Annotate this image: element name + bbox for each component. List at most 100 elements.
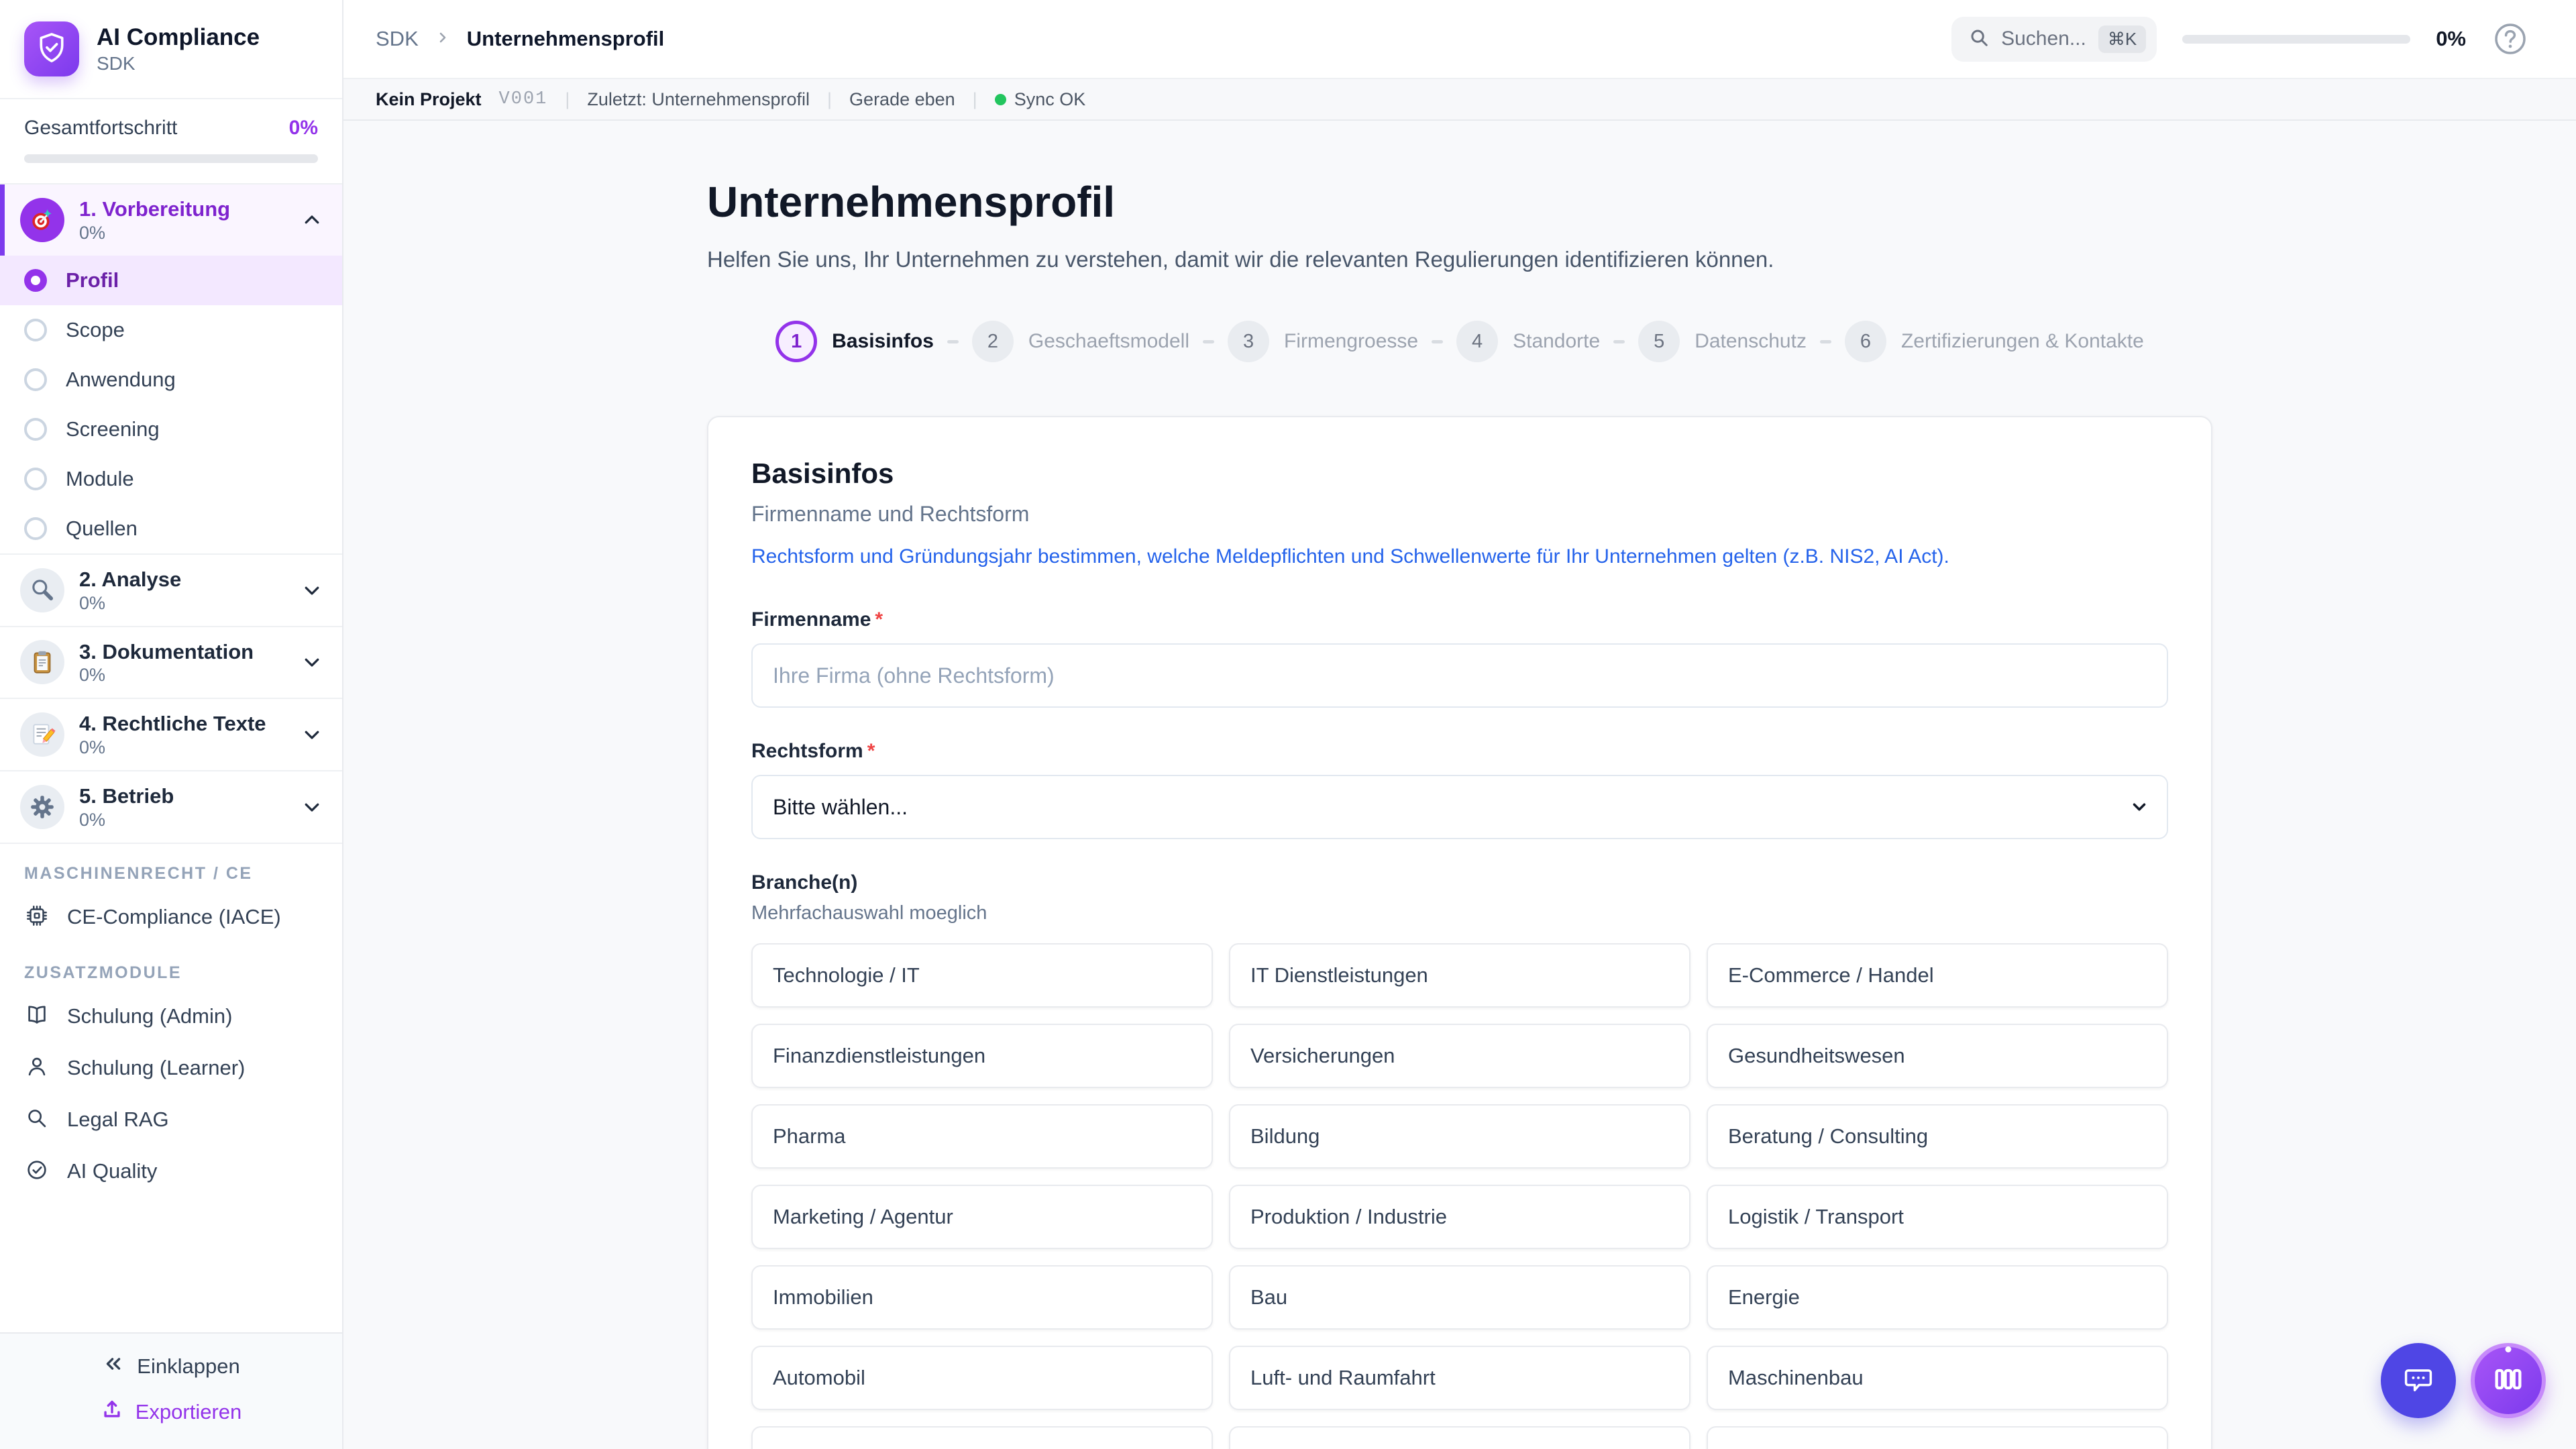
step-firmengroesse[interactable]: 3 Firmengroesse [1228, 321, 1418, 362]
radio-unchecked-icon [24, 468, 47, 490]
industry-button-maschinenbau[interactable]: Maschinenbau [1707, 1346, 2168, 1410]
industry-button-it-dienstleistungen[interactable]: IT Dienstleistungen [1229, 943, 1690, 1008]
content-scroll-area[interactable]: Unternehmensprofil Helfen Sie uns, Ihr U… [343, 121, 2576, 1449]
chat-fab[interactable] [2381, 1343, 2456, 1418]
industry-button-bildung[interactable]: Bildung [1229, 1104, 1690, 1169]
chevron-down-icon [302, 652, 322, 672]
double-chevron-left-icon [102, 1352, 125, 1381]
industry-button-cutoff[interactable] [751, 1426, 1213, 1449]
sidebar-item-module[interactable]: Module [0, 454, 342, 504]
page-title: Unternehmensprofil [707, 177, 2212, 227]
industry-button-gesundheitswesen[interactable]: Gesundheitswesen [1707, 1024, 2168, 1088]
gear-emoji-icon [20, 785, 64, 829]
overall-progress: Gesamtfortschritt 0% [0, 99, 342, 184]
sidebar-item-anwendung[interactable]: Anwendung [0, 355, 342, 405]
sidebar-item-quellen[interactable]: Quellen [0, 504, 342, 553]
industry-button-finanzdienstleistungen[interactable]: Finanzdienstleistungen [751, 1024, 1213, 1088]
machine-items: CE-Compliance (IACE) [0, 892, 342, 943]
floating-buttons [2381, 1343, 2546, 1418]
industry-button-versicherungen[interactable]: Versicherungen [1229, 1024, 1690, 1088]
sidebar-section-2-analyse[interactable]: 2. Analyse 0% [0, 553, 342, 626]
industry-button-energie[interactable]: Energie [1707, 1265, 2168, 1330]
breadcrumb: SDK Unternehmensprofil [376, 27, 664, 51]
shield-check-icon [34, 30, 69, 68]
industry-button-cutoff[interactable] [1707, 1426, 2168, 1449]
help-button[interactable] [2491, 20, 2529, 58]
prep-items: Profil Scope Anwendung Screening Module … [0, 256, 342, 553]
sidebar-item-ce-compliance-iace[interactable]: CE-Compliance (IACE) [0, 892, 342, 943]
firmenname-input[interactable] [751, 643, 2168, 708]
step-zertifizierungen-kontakte[interactable]: 6 Zertifizierungen & Kontakte [1845, 321, 2144, 362]
sidebar-section-vorbereitung[interactable]: 1. Vorbereitung 0% [0, 184, 342, 256]
step-separator [947, 340, 959, 343]
step-number: 3 [1228, 321, 1269, 362]
main-area: SDK Unternehmensprofil Suchen... ⌘K 0% [343, 0, 2576, 1449]
overall-progress-value: 0% [289, 117, 318, 140]
industry-button-logistik-transport[interactable]: Logistik / Transport [1707, 1185, 2168, 1249]
topbar: SDK Unternehmensprofil Suchen... ⌘K 0% [343, 0, 2576, 79]
sidebar-section-4-rechtliche-texte[interactable]: 4. Rechtliche Texte 0% [0, 698, 342, 770]
columns-fab[interactable] [2471, 1343, 2546, 1418]
overall-progress-label: Gesamtfortschritt [24, 117, 177, 140]
industry-button-luft-und-raumfahrt[interactable]: Luft- und Raumfahrt [1229, 1346, 1690, 1410]
industry-button-automobil[interactable]: Automobil [751, 1346, 1213, 1410]
branche-field: Branche(n) Mehrfachauswahl moeglich Tech… [751, 871, 2168, 1449]
rechtsform-select[interactable]: Bitte wählen... [751, 775, 2168, 839]
export-button[interactable]: Exportieren [101, 1398, 242, 1426]
industry-button-pharma[interactable]: Pharma [751, 1104, 1213, 1169]
required-asterisk: * [867, 740, 875, 762]
cpu-icon [24, 903, 50, 932]
extra-group-header: ZUSATZMODULE [0, 943, 342, 991]
sync-ok-dot-icon [995, 94, 1006, 105]
industry-button-beratung-consulting[interactable]: Beratung / Consulting [1707, 1104, 2168, 1169]
app-title-block: AI Compliance SDK [97, 23, 260, 74]
project-name: Kein Projekt [376, 89, 482, 110]
sidebar-section-3-dokumentation[interactable]: 3. Dokumentation 0% [0, 626, 342, 698]
card-title: Basisinfos [751, 458, 2168, 490]
rechtsform-selected-value: Bitte wählen... [773, 795, 908, 820]
export-label: Exportieren [136, 1400, 242, 1424]
step-separator [1203, 340, 1214, 343]
search-button[interactable]: Suchen... ⌘K [1951, 17, 2157, 62]
step-basisinfos[interactable]: 1 Basisinfos [775, 321, 934, 362]
breadcrumb-root[interactable]: SDK [376, 27, 419, 51]
sidebar-item-profil[interactable]: Profil [0, 256, 342, 305]
industry-button-produktion-industrie[interactable]: Produktion / Industrie [1229, 1185, 1690, 1249]
sidebar-item-screening[interactable]: Screening [0, 405, 342, 454]
industry-button-immobilien[interactable]: Immobilien [751, 1265, 1213, 1330]
collapse-sidebar-button[interactable]: Einklappen [102, 1352, 239, 1381]
industry-button-e-commerce-handel[interactable]: E-Commerce / Handel [1707, 943, 2168, 1008]
app-subtitle: SDK [97, 53, 260, 74]
columns-icon [2491, 1362, 2526, 1400]
wizard-stepper: 1 Basisinfos 2 Geschaeftsmodell 3 Firmen… [707, 321, 2212, 362]
sidebar-item-ai-quality[interactable]: AI Quality [0, 1146, 342, 1197]
firmenname-label: Firmenname [751, 608, 871, 631]
upload-icon [101, 1398, 123, 1426]
magnifier-emoji-icon [20, 568, 64, 612]
rechtsform-label: Rechtsform [751, 740, 863, 762]
industry-button-bau[interactable]: Bau [1229, 1265, 1690, 1330]
radio-unchecked-icon [24, 418, 47, 441]
clipboard-emoji-icon [20, 640, 64, 684]
industry-button-marketing-agentur[interactable]: Marketing / Agentur [751, 1185, 1213, 1249]
sidebar-section-5-betrieb[interactable]: 5. Betrieb 0% [0, 770, 342, 843]
step-datenschutz[interactable]: 5 Datenschutz [1638, 321, 1807, 362]
sidebar: AI Compliance SDK Gesamtfortschritt 0% 1… [0, 0, 343, 1449]
radio-unchecked-icon [24, 319, 47, 341]
book-open-icon [24, 1002, 50, 1031]
search-kbd-shortcut: ⌘K [2098, 25, 2146, 53]
step-number: 2 [972, 321, 1014, 362]
sidebar-item-schulung-admin[interactable]: Schulung (Admin) [0, 991, 342, 1042]
overall-progress-track [24, 154, 318, 163]
machine-group-header: MASCHINENRECHT / CE [0, 844, 342, 892]
chevron-down-icon [302, 797, 322, 817]
step-separator [1432, 340, 1443, 343]
industry-button-technologie-it[interactable]: Technologie / IT [751, 943, 1213, 1008]
industry-button-cutoff[interactable] [1229, 1426, 1690, 1449]
step-geschaeftsmodell[interactable]: 2 Geschaeftsmodell [972, 321, 1189, 362]
step-standorte[interactable]: 4 Standorte [1456, 321, 1600, 362]
sidebar-item-legal-rag[interactable]: Legal RAG [0, 1094, 342, 1146]
app-window: AI Compliance SDK Gesamtfortschritt 0% 1… [0, 0, 2576, 1449]
sidebar-item-scope[interactable]: Scope [0, 305, 342, 355]
sidebar-item-schulung-learner[interactable]: Schulung (Learner) [0, 1042, 342, 1094]
